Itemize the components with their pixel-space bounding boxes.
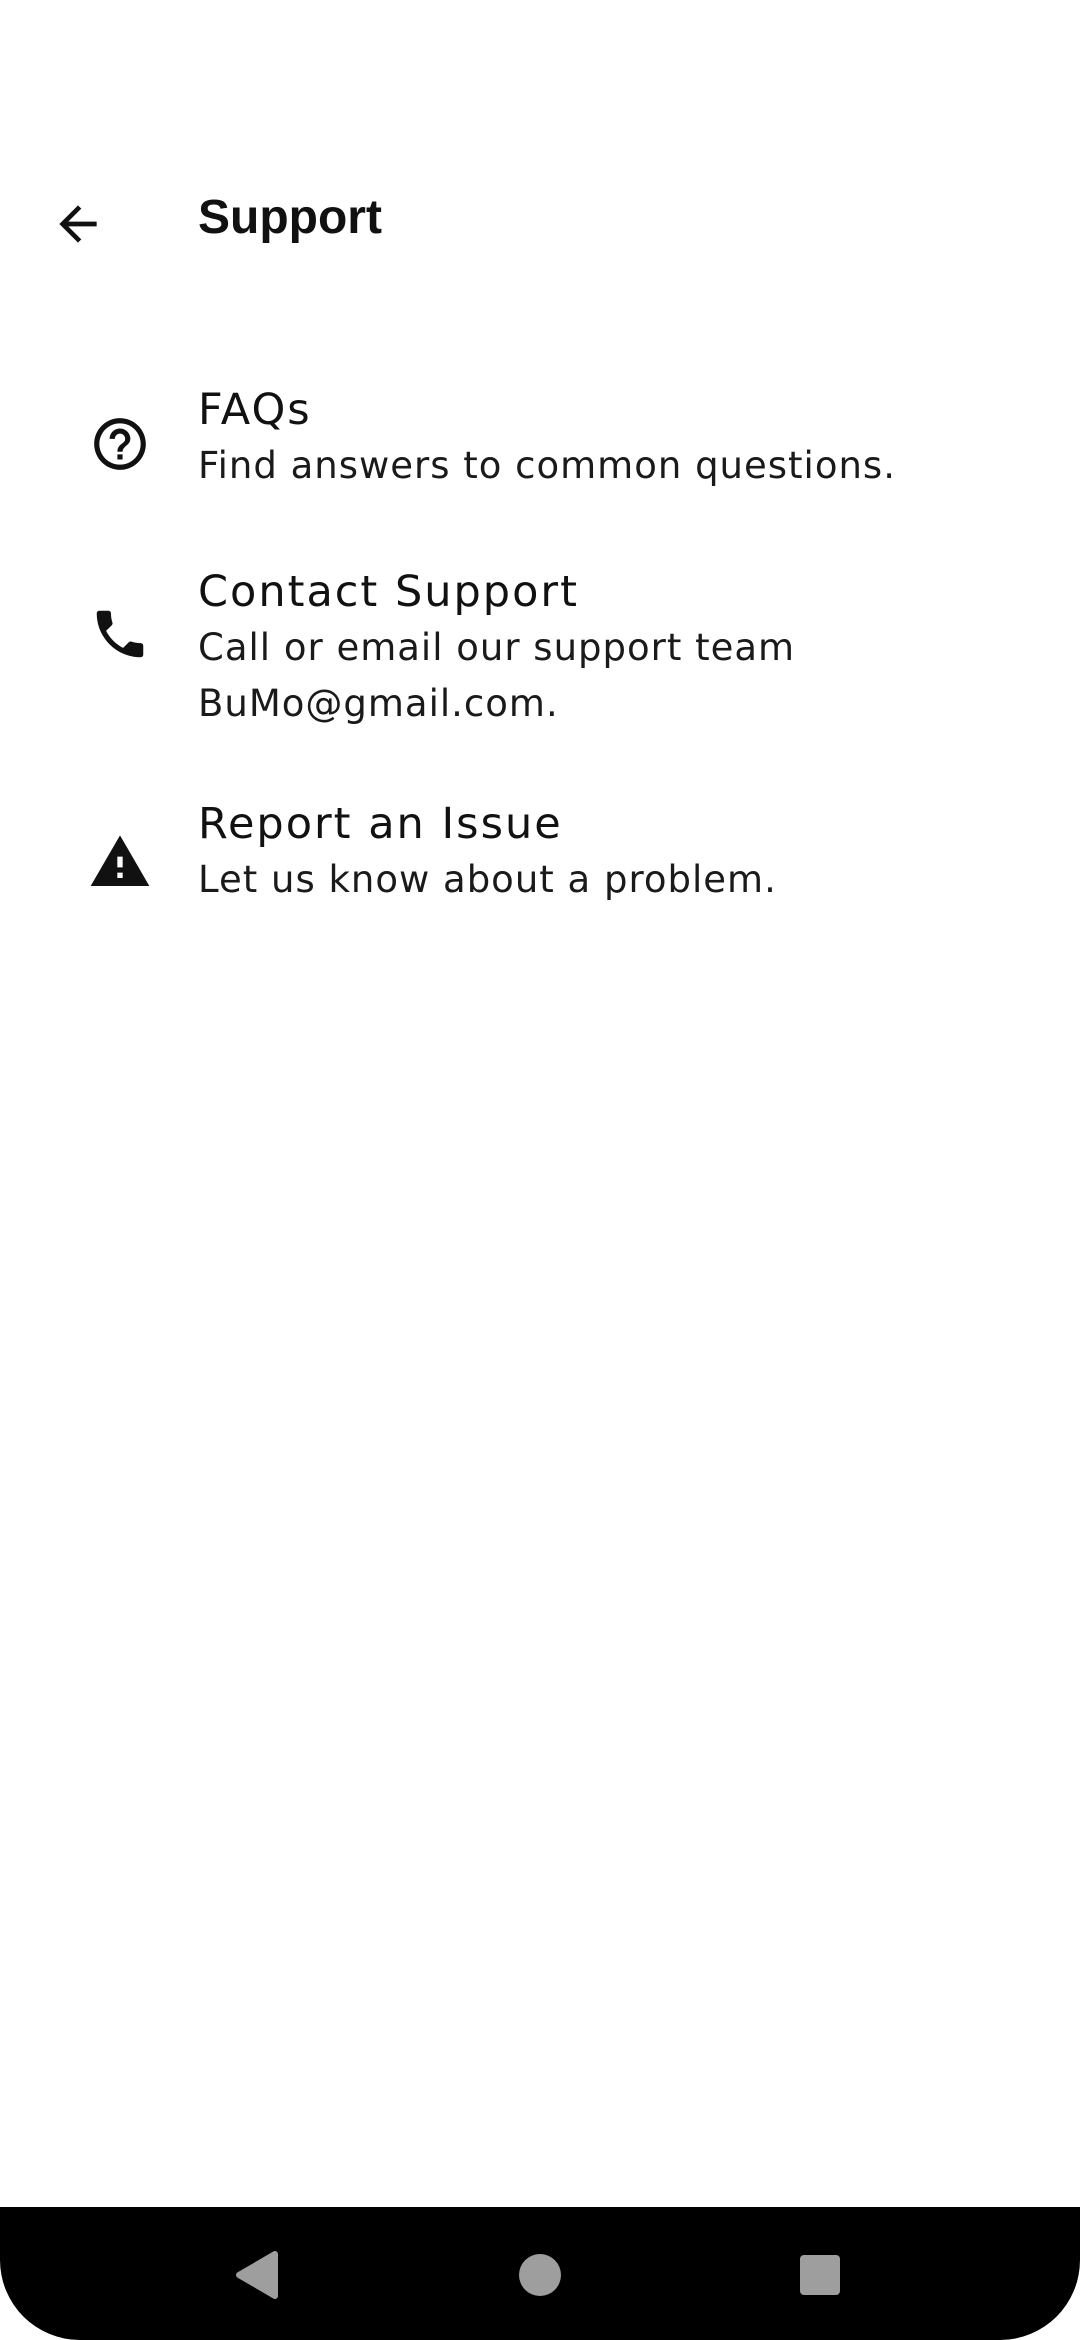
list-item-text: Report an Issue Let us know about a prob… [198, 796, 1040, 908]
list-item-subtitle: Call or email our support team BuMo@gmai… [198, 626, 796, 725]
warning-icon [88, 830, 152, 894]
help-circle-icon [88, 412, 152, 476]
system-navigation-bar [0, 2207, 1080, 2340]
list-item-subtitle: Find answers to common questions. [198, 444, 896, 487]
nav-back-button[interactable] [206, 2225, 306, 2325]
list-item-title: FAQs [198, 385, 312, 435]
page-title: Support [198, 191, 382, 244]
arrow-back-icon [59, 205, 97, 243]
support-options-list: FAQs Find answers to common questions. C… [0, 376, 1080, 944]
app-bar: Support [0, 164, 1080, 280]
nav-recents-button[interactable] [770, 2225, 870, 2325]
list-item-subtitle: Let us know about a problem. [198, 858, 777, 901]
list-item-contact-support[interactable]: Contact Support Call or email our suppor… [0, 558, 1080, 794]
phone-icon [88, 602, 152, 666]
support-screen: Support FAQs Find answers to common ques… [0, 0, 1080, 2340]
nav-recents-icon [800, 2255, 840, 2295]
list-item-title: Report an Issue [198, 799, 563, 849]
list-item-title: Contact Support [198, 567, 579, 617]
nav-back-icon [236, 2251, 278, 2299]
list-item-text: FAQs Find answers to common questions. [198, 382, 1040, 494]
list-item-report-issue[interactable]: Report an Issue Let us know about a prob… [0, 794, 1080, 944]
back-button[interactable] [30, 176, 126, 272]
nav-home-button[interactable] [490, 2225, 590, 2325]
nav-home-icon [519, 2254, 561, 2296]
list-item-faqs[interactable]: FAQs Find answers to common questions. [0, 376, 1080, 558]
list-item-text: Contact Support Call or email our suppor… [198, 564, 1040, 732]
